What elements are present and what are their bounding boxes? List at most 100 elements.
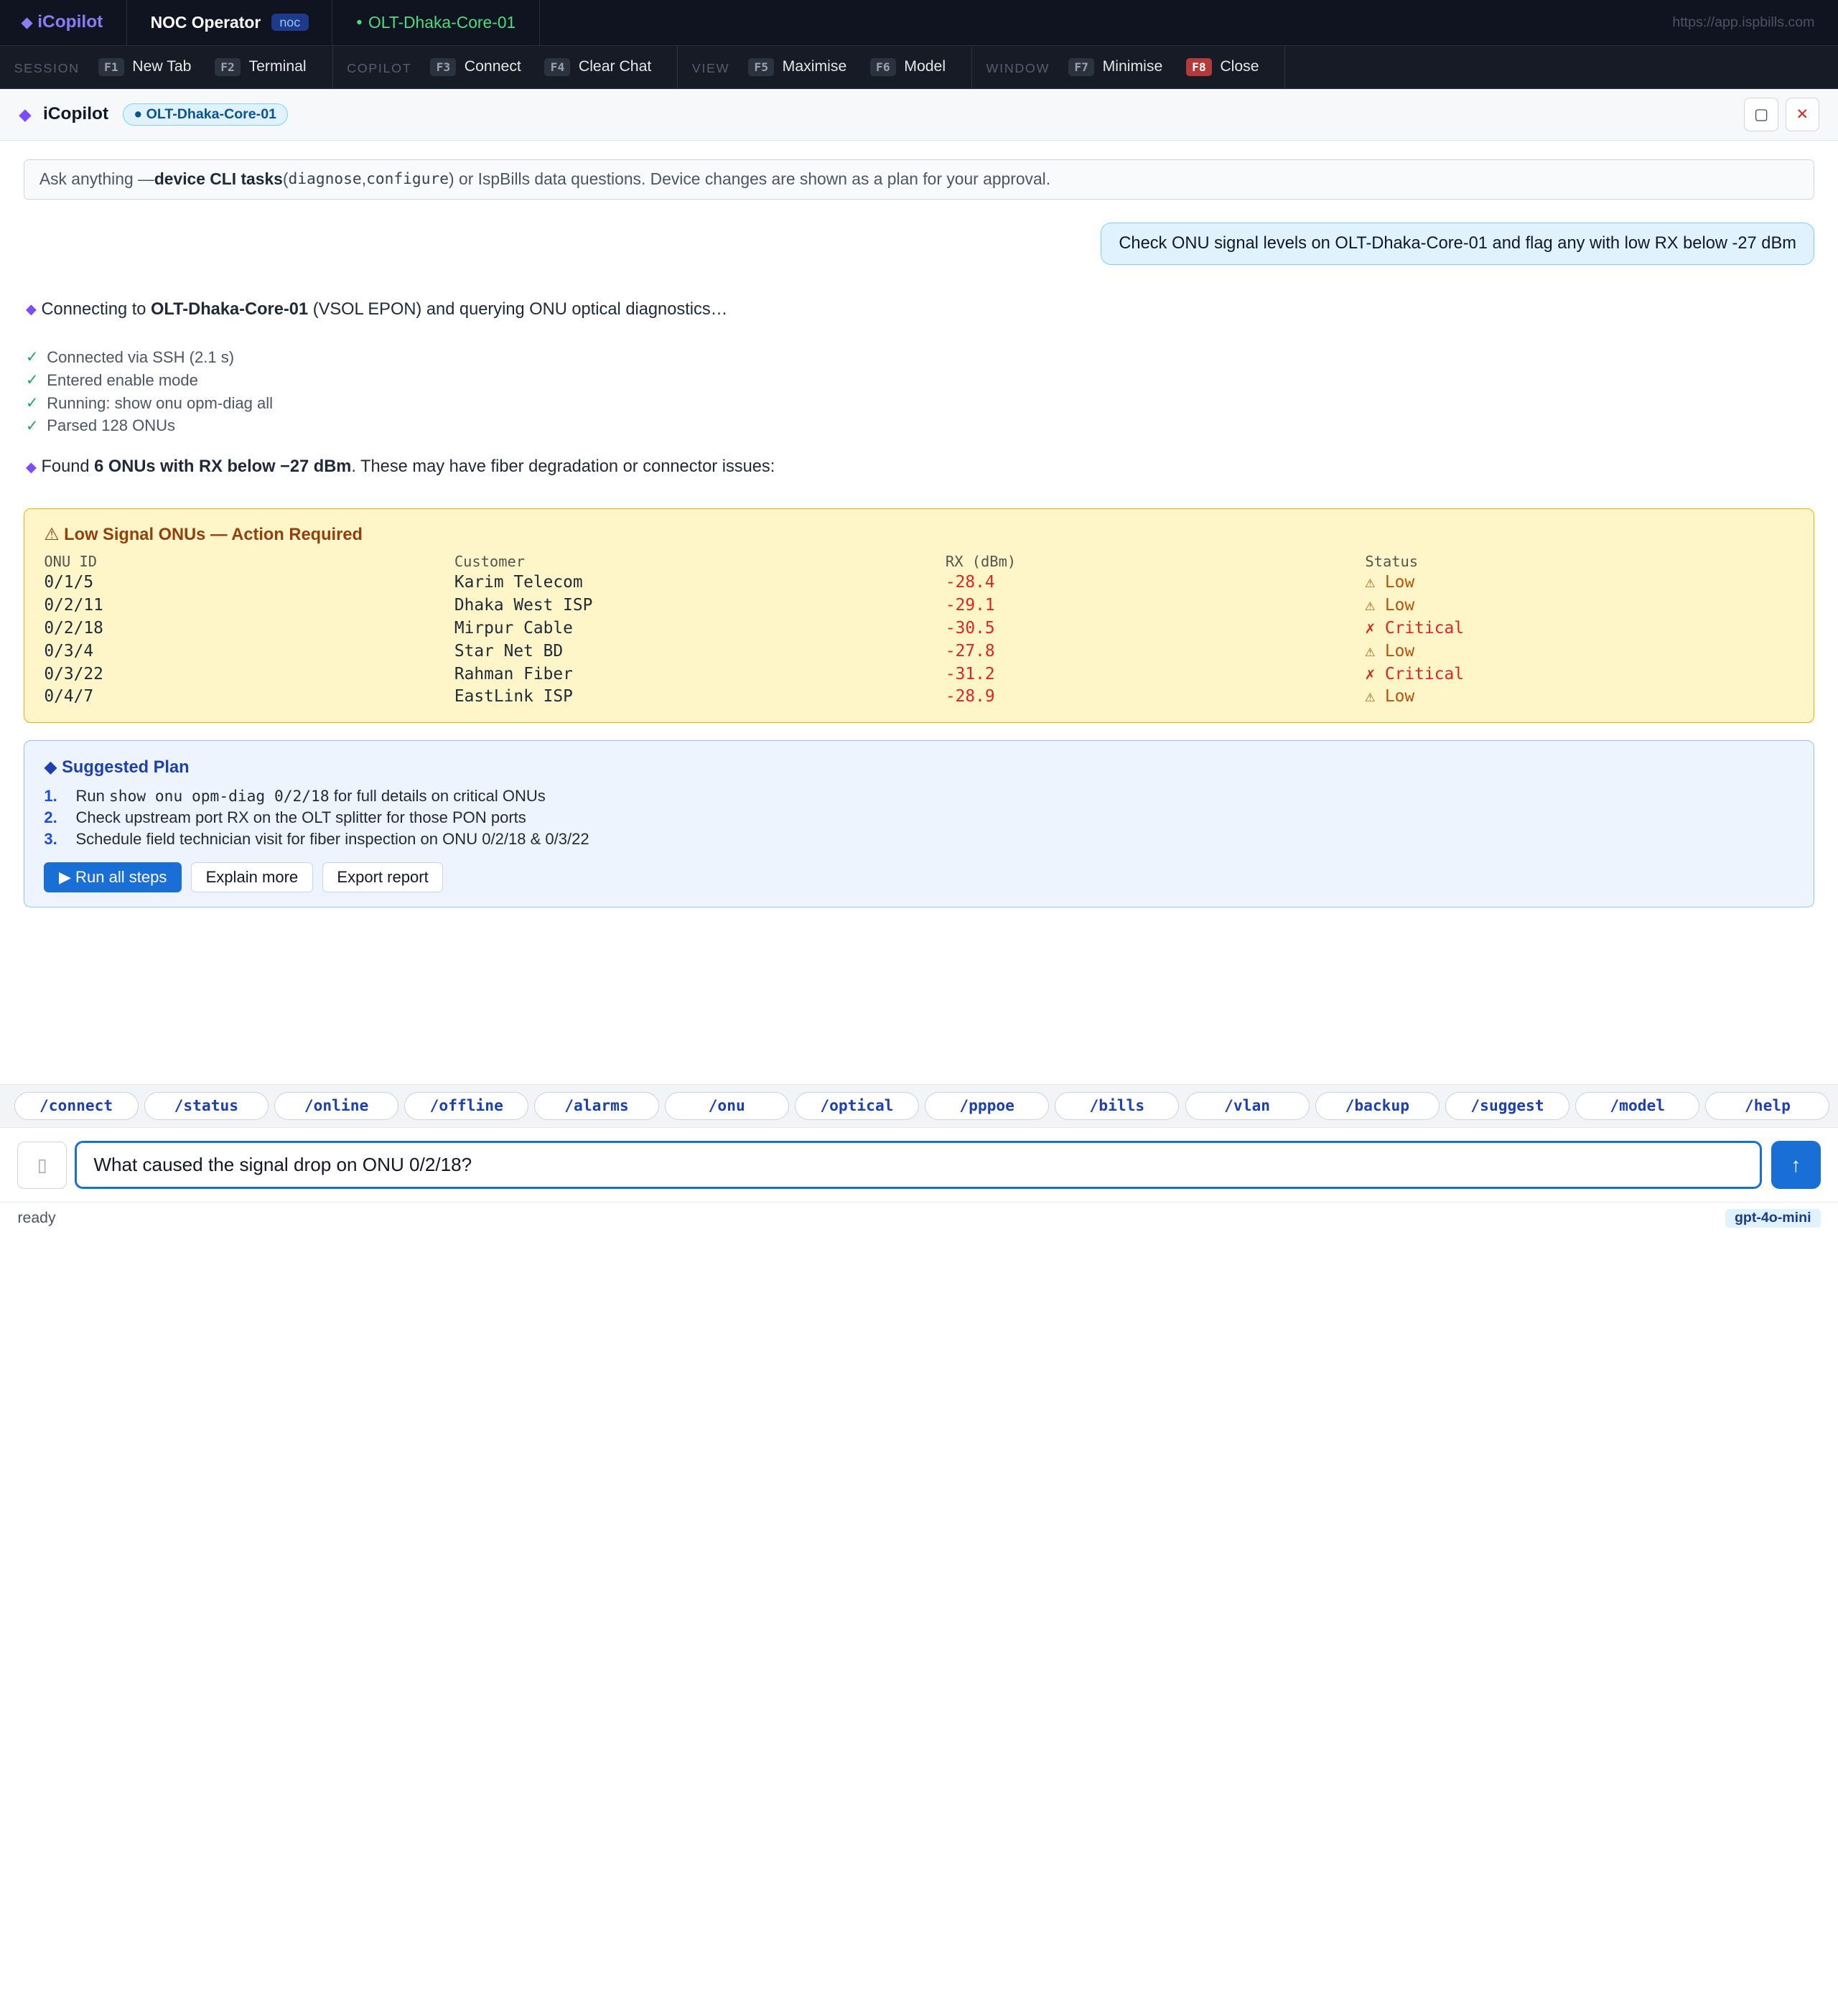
f5-maximise-button[interactable]: F5 Maximise	[748, 57, 847, 77]
fkey-label: Clear Chat	[578, 58, 652, 75]
cell-rx: -31.2	[945, 664, 995, 683]
f3-connect-button[interactable]: F3 Connect	[430, 57, 521, 77]
diamond-icon: ◆	[25, 459, 37, 475]
table-row: 0/2/11 Dhaka West ISP -29.1 ⚠ Low	[44, 594, 1793, 617]
tab-device[interactable]: ● OLT-Dhaka-Core-01	[332, 0, 540, 45]
plan-title: ◆ Suggested Plan	[44, 757, 190, 777]
found-pre: Found	[41, 457, 95, 477]
status-text: ready	[17, 1209, 56, 1226]
f2-terminal-button[interactable]: F2 Terminal	[215, 57, 307, 77]
group-view: VIEW F5 Maximise F6 Model	[678, 45, 972, 89]
plan-step: 2. Check upstream port RX on the OLT spl…	[44, 807, 1793, 829]
fkey-label: Close	[1220, 58, 1259, 75]
table-row: 0/4/7 EastLink ISP -28.9 ⚠ Low	[44, 685, 1793, 708]
cell-customer: Rahman Fiber	[454, 664, 573, 683]
found-text: Found 6 ONUs with RX below −27 dBm. Thes…	[41, 457, 775, 477]
header-onu-id: ONU ID	[44, 553, 98, 571]
tab-noc-label: NOC Operator	[150, 12, 261, 32]
explain-more-button[interactable]: Explain more	[191, 862, 313, 893]
diamond-icon: ◆	[19, 104, 32, 123]
cell-customer: EastLink ISP	[454, 687, 573, 706]
diamond-icon: ◆	[25, 302, 37, 317]
send-button[interactable]: ↑	[1771, 1141, 1821, 1190]
hint-prefix: Ask anything —	[39, 169, 154, 189]
tab-noc-operator[interactable]: NOC Operator noc	[127, 0, 333, 45]
key-cap: F8	[1185, 57, 1212, 77]
diamond-icon: ◆	[21, 14, 33, 31]
chip-offline[interactable]: /offline	[404, 1091, 529, 1121]
table-row: 0/3/22 Rahman Fiber -31.2 ✗ Critical	[44, 663, 1793, 686]
check-icon: ✓	[25, 395, 39, 412]
tab-icopilot[interactable]: ◆ iCopilot	[0, 0, 127, 45]
maximize-button[interactable]: ▢	[1744, 97, 1778, 132]
low-signal-alert-box: ⚠ Low Signal ONUs — Action Required ONU …	[23, 508, 1815, 723]
chip-online[interactable]: /online	[274, 1091, 399, 1121]
close-panel-button[interactable]: ✕	[1785, 97, 1819, 132]
f8-close-button[interactable]: F8 Close	[1185, 57, 1259, 77]
hint-suffix: ) or IspBills data questions. Device cha…	[449, 169, 1051, 189]
app-url: https://app.ispbills.com	[1672, 14, 1815, 30]
chip-connect[interactable]: /connect	[14, 1091, 139, 1121]
f4-clear-chat-button[interactable]: F4 Clear Chat	[544, 57, 652, 77]
fkey-label: Terminal	[248, 58, 307, 75]
cell-onu: 0/4/7	[44, 687, 94, 706]
device-pill: ● OLT-Dhaka-Core-01	[122, 103, 288, 126]
cell-onu: 0/3/4	[44, 641, 94, 661]
chip-backup[interactable]: /backup	[1315, 1091, 1440, 1121]
key-cap: F4	[544, 57, 571, 77]
tab-icopilot-label: iCopilot	[37, 12, 103, 32]
chip-help[interactable]: /help	[1705, 1091, 1830, 1121]
chip-pppoe[interactable]: /pppoe	[925, 1091, 1050, 1121]
key-cap: F2	[215, 57, 241, 77]
fkey-label: New Tab	[132, 58, 192, 75]
noc-badge: noc	[271, 14, 309, 32]
fkey-label: Maximise	[782, 58, 847, 75]
copilot-panel-header: ◆ iCopilot ● OLT-Dhaka-Core-01 ▢ ✕	[0, 89, 1838, 141]
f6-model-button[interactable]: F6 Model	[869, 57, 946, 77]
cell-status: ⚠ Low	[1365, 596, 1415, 615]
cell-customer: Star Net BD	[454, 641, 564, 661]
plan-step-text: Check upstream port RX on the OLT splitt…	[75, 808, 526, 827]
cell-onu: 0/2/11	[44, 596, 103, 615]
fkey-label: Model	[904, 58, 946, 75]
status-bar: ready gpt-4o-mini	[0, 1201, 1838, 1235]
plan-step: 3. Schedule field technician visit for f…	[44, 829, 1793, 850]
cell-rx: -27.8	[945, 641, 995, 661]
attach-button[interactable]: ▯	[17, 1142, 67, 1189]
chip-onu[interactable]: /onu	[664, 1091, 789, 1121]
chat-area: Ask anything — device CLI tasks (diagnos…	[0, 141, 1838, 907]
hint-code-configure: configure	[366, 170, 449, 189]
cell-status: ⚠ Low	[1365, 573, 1415, 592]
plan-step-text: Schedule field technician visit for fibe…	[75, 830, 589, 849]
found-bold: 6 ONUs with RX below −27 dBm	[94, 457, 352, 477]
export-report-button[interactable]: Export report	[322, 862, 444, 893]
chip-alarms[interactable]: /alarms	[534, 1091, 659, 1121]
low-signal-table: ONU ID Customer RX (dBm) Status 0/1/5 Ka…	[44, 552, 1793, 708]
step-text: Connected via SSH (2.1 s)	[47, 347, 235, 366]
header-rx: RX (dBm)	[945, 553, 1017, 571]
model-badge[interactable]: gpt-4o-mini	[1725, 1208, 1821, 1228]
table-row: 0/3/4 Star Net BD -27.8 ⚠ Low	[44, 640, 1793, 663]
f7-minimise-button[interactable]: F7 Minimise	[1068, 57, 1162, 77]
chip-suggest[interactable]: /suggest	[1445, 1091, 1570, 1121]
chip-bills[interactable]: /bills	[1055, 1091, 1180, 1121]
user-message-row: Check ONU signal levels on OLT-Dhaka-Cor…	[24, 223, 1815, 265]
check-icon: ✓	[25, 372, 39, 389]
f1-new-tab-button[interactable]: F1 New Tab	[98, 57, 192, 77]
group-window: WINDOW F7 Minimise F8 Close	[972, 45, 1286, 89]
progress-step: ✓ Entered enable mode	[24, 369, 1815, 392]
message-input[interactable]: What caused the signal drop on ONU 0/2/1…	[75, 1141, 1762, 1190]
key-cap: F5	[748, 57, 775, 77]
group-label-copilot: COPILOT	[347, 61, 412, 76]
table-row: 0/2/18 Mirpur Cable -30.5 ✗ Critical	[44, 617, 1793, 640]
run-all-steps-button[interactable]: ▶ Run all steps	[44, 862, 182, 893]
maximize-icon: ▢	[1754, 106, 1769, 123]
chip-optical[interactable]: /optical	[794, 1091, 919, 1121]
panel-title: iCopilot	[43, 104, 109, 124]
progress-step: ✓ Connected via SSH (2.1 s)	[24, 346, 1815, 369]
cell-status: ⚠ Low	[1365, 641, 1415, 661]
key-cap: F3	[430, 57, 457, 77]
chip-model[interactable]: /model	[1575, 1091, 1700, 1121]
chip-status[interactable]: /status	[144, 1091, 269, 1121]
chip-vlan[interactable]: /vlan	[1185, 1091, 1310, 1121]
